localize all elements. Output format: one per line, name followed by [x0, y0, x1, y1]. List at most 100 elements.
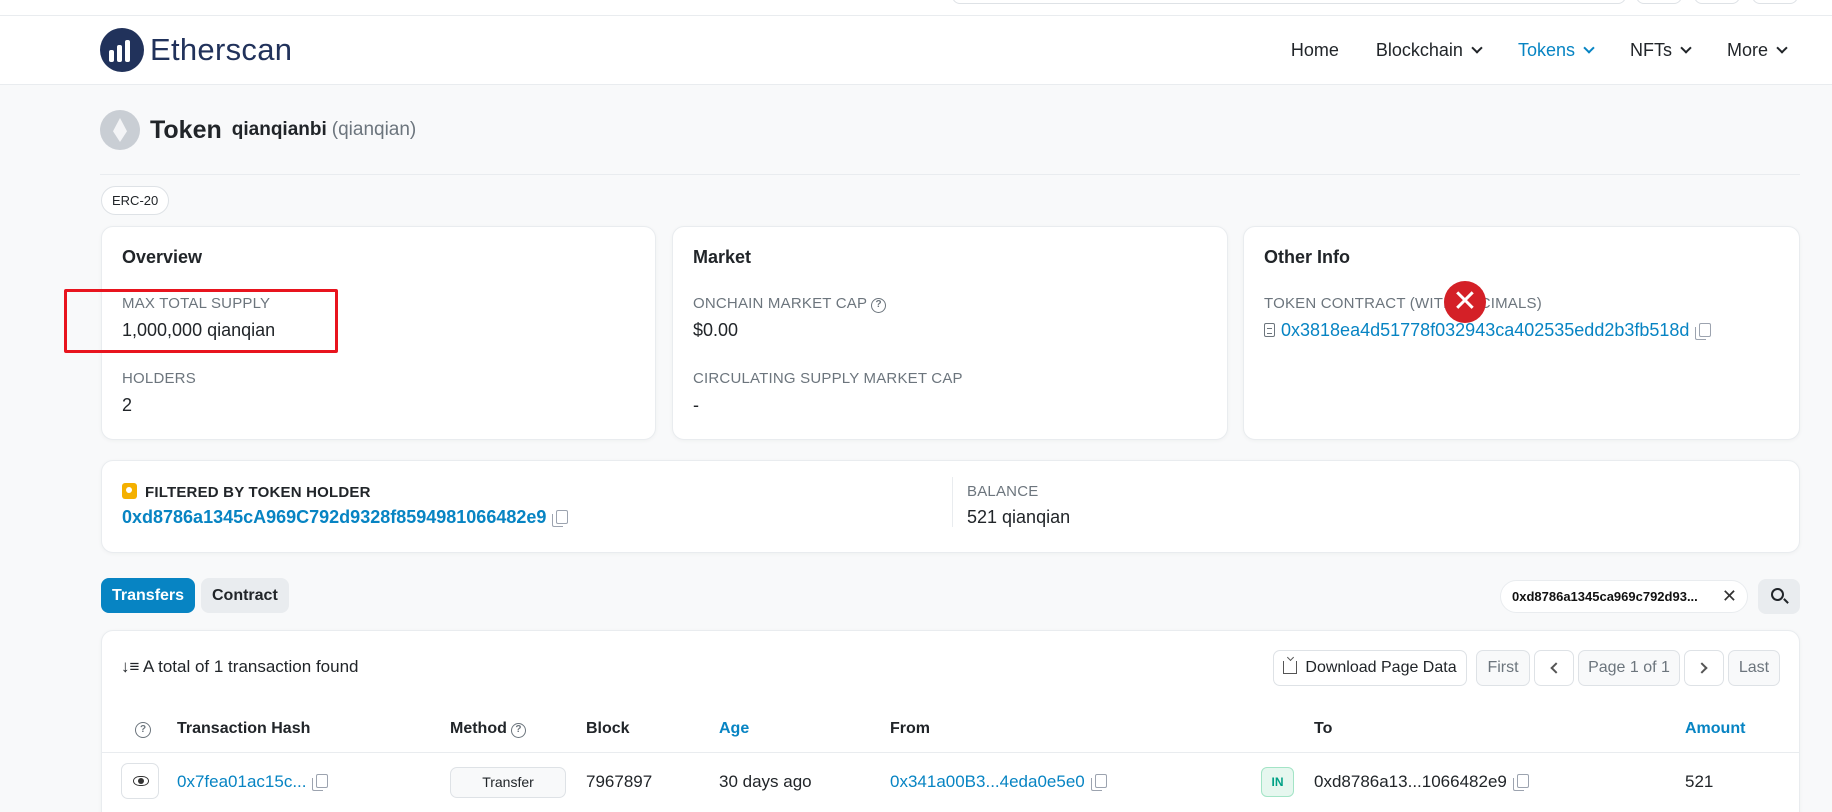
download-icon	[1283, 661, 1298, 674]
max-supply-label: MAX TOTAL SUPPLY	[122, 295, 271, 312]
pagination-first[interactable]: First	[1476, 650, 1530, 686]
pagination-next[interactable]	[1684, 650, 1724, 686]
tab-transfers[interactable]: Transfers	[101, 578, 196, 613]
nav-more[interactable]: More	[1726, 40, 1788, 61]
to-address: 0xd8786a13...1066482e9	[1314, 772, 1507, 791]
help-circle-icon[interactable]: ?	[510, 723, 526, 738]
chevron-right-icon	[1696, 662, 1708, 674]
chevron-left-icon	[1550, 662, 1562, 674]
amount-value: 521	[1685, 772, 1714, 791]
filter-holder-icon	[122, 483, 137, 499]
column-amount[interactable]: Amount	[1685, 720, 1745, 738]
card-divider	[952, 477, 953, 527]
overview-title: Overview	[122, 247, 203, 267]
column-block: Block	[586, 720, 630, 737]
page-title: Token qianqianbi (qianqian)	[100, 110, 416, 150]
circ-cap-label: CIRCULATING SUPPLY MARKET CAP	[693, 370, 963, 387]
nav-home[interactable]: Home	[1291, 40, 1339, 61]
market-title: Market	[693, 247, 752, 267]
filtered-holder-card: FILTERED BY TOKEN HOLDER 0xd8786a1345cA9…	[101, 460, 1800, 553]
top-strip	[0, 0, 1832, 16]
overview-card: Overview MAX TOTAL SUPPLY 1,000,000 qian…	[101, 226, 656, 440]
column-help-icon[interactable]: ?	[131, 720, 151, 738]
nav-blockchain-label: Blockchain	[1375, 40, 1463, 60]
pagination-last[interactable]: Last	[1728, 650, 1780, 686]
top-button-1[interactable]	[1636, 0, 1682, 4]
contract-address-link[interactable]: 0x3818ea4d51778f032943ca402535edd2b3fb51…	[1281, 320, 1689, 340]
table-header-divider	[101, 752, 1799, 753]
token-heading: Token	[150, 115, 222, 144]
pagination-page: Page 1 of 1	[1578, 650, 1680, 686]
contract-row: 0x3818ea4d51778f032943ca402535edd2b3fb51…	[1264, 320, 1712, 341]
help-circle-icon: ?	[135, 722, 151, 738]
transaction-hash-link[interactable]: 0x7fea01ac15c...	[177, 772, 306, 791]
chevron-down-icon	[1583, 42, 1595, 54]
other-info-title: Other Info	[1264, 247, 1350, 267]
token-symbol: (qianqian)	[331, 119, 417, 140]
copy-icon[interactable]	[1695, 323, 1712, 340]
holder-address-link[interactable]: 0xd8786a1345cA969C792d9328f8594981066482…	[122, 507, 546, 527]
top-button-3[interactable]	[1752, 0, 1798, 4]
from-address-link[interactable]: 0x341a00B3...4eda0e5e0	[890, 772, 1085, 791]
nav-tokens[interactable]: Tokens	[1517, 40, 1595, 61]
market-card: Market ONCHAIN MARKET CAP? $0.00 CIRCULA…	[672, 226, 1228, 440]
filter-label: FILTERED BY TOKEN HOLDER	[145, 484, 371, 501]
onchain-cap-label: ONCHAIN MARKET CAP	[693, 295, 868, 312]
copy-icon[interactable]	[552, 510, 569, 527]
copy-icon[interactable]	[312, 774, 329, 791]
nav-tokens-label: Tokens	[1517, 40, 1575, 60]
sort-icon[interactable]: ↓≡	[121, 657, 139, 677]
download-page-data-button[interactable]: Download Page Data	[1273, 650, 1467, 686]
pagination-prev[interactable]	[1534, 650, 1574, 686]
transaction-summary: A total of 1 transaction found	[143, 657, 359, 676]
holders-value[interactable]: 2	[122, 395, 132, 416]
chevron-down-icon	[1471, 42, 1483, 54]
search-button[interactable]	[1758, 579, 1800, 614]
circ-cap-value: -	[693, 395, 699, 415]
etherscan-logo[interactable]: Etherscan	[100, 28, 292, 72]
filter-label-row: FILTERED BY TOKEN HOLDER	[122, 483, 371, 501]
main-nav: Home Blockchain Tokens NFTs More	[1254, 16, 1788, 85]
view-details-button[interactable]	[121, 763, 159, 799]
address-filter-value: 0xd8786a1345ca969c792d93...	[1512, 589, 1698, 604]
etherscan-logo-icon	[100, 28, 144, 72]
help-circle-icon[interactable]: ?	[871, 298, 887, 313]
table-row-hash: 0x7fea01ac15c...	[177, 772, 329, 792]
ethereum-token-icon	[100, 110, 140, 150]
nav-home-label: Home	[1290, 40, 1339, 60]
contract-label: TOKEN CONTRACT (WITH DECIMALS)	[1264, 295, 1542, 312]
close-icon[interactable]: ✕	[1722, 581, 1737, 612]
copy-icon[interactable]	[1090, 774, 1107, 791]
column-from: From	[890, 720, 930, 737]
site-header: Etherscan Home Blockchain Tokens NFTs Mo…	[0, 16, 1832, 85]
table-row-from: 0x341a00B3...4eda0e5e0	[890, 772, 1107, 792]
column-to: To	[1314, 720, 1333, 737]
balance-label: BALANCE	[967, 483, 1039, 500]
method-badge: Transfer	[450, 767, 566, 798]
chevron-down-icon	[1680, 42, 1692, 54]
direction-badge: IN	[1261, 767, 1294, 797]
global-search-input[interactable]	[952, 0, 1626, 4]
download-label: Download Page Data	[1305, 659, 1457, 676]
brand-name: Etherscan	[150, 32, 293, 67]
close-x-marker-icon: ✕	[1444, 281, 1486, 323]
column-method-label: Method	[450, 720, 507, 737]
nav-blockchain[interactable]: Blockchain	[1375, 40, 1483, 61]
block-link[interactable]: 7967897	[586, 772, 652, 792]
transaction-summary-row: ↓≡ A total of 1 transaction found	[121, 657, 358, 677]
copy-icon[interactable]	[1512, 774, 1529, 791]
chevron-down-icon	[1776, 42, 1788, 54]
tab-contract[interactable]: Contract	[201, 578, 289, 613]
other-info-card: Other Info TOKEN CONTRACT (WITH DECIMALS…	[1243, 226, 1800, 440]
nav-nfts[interactable]: NFTs	[1630, 40, 1692, 61]
address-filter-pill[interactable]: 0xd8786a1345ca969c792d93... ✕	[1500, 580, 1748, 613]
max-supply-value: 1,000,000 qianqian	[122, 320, 276, 340]
nav-more-label: More	[1726, 40, 1768, 60]
title-divider	[100, 174, 1800, 175]
top-button-2[interactable]	[1694, 0, 1740, 4]
holder-address-row: 0xd8786a1345cA969C792d9328f8594981066482…	[122, 507, 569, 528]
balance-value: 521 qianqian	[967, 507, 1071, 527]
column-age[interactable]: Age	[719, 720, 749, 738]
table-row-to: 0xd8786a13...1066482e9	[1314, 772, 1529, 792]
onchain-cap-row: ONCHAIN MARKET CAP?	[693, 295, 887, 313]
